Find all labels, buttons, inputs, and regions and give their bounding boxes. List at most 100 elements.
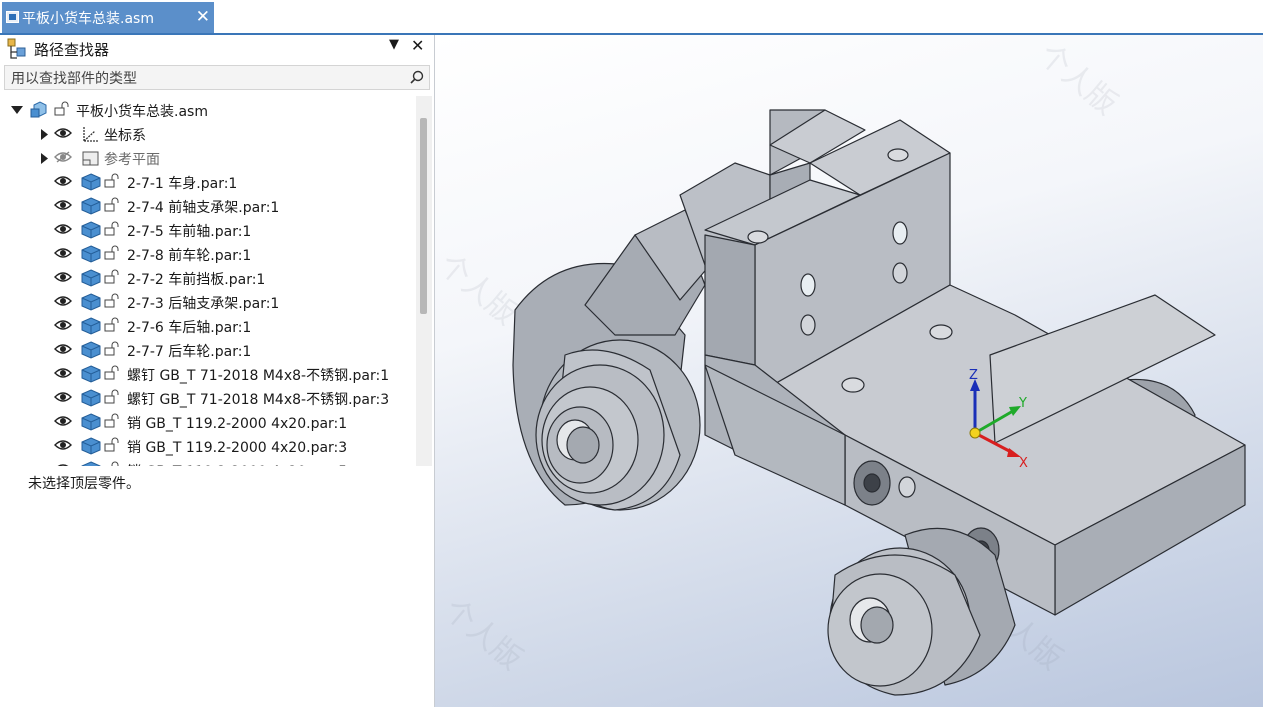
tree-item-part[interactable]: 2-7-8 前车轮.par:1 — [0, 242, 416, 266]
tree-item-coordinate-system[interactable]: 坐标系 — [0, 122, 416, 146]
document-tab-bar: 平板小货车总装.asm ✕ — [0, 0, 1263, 35]
lock-open-icon — [104, 269, 119, 284]
eye-icon[interactable] — [54, 319, 72, 331]
document-tab-title: 平板小货车总装.asm — [22, 11, 154, 27]
search-icon[interactable] — [410, 70, 424, 84]
triad-z-label: Z — [969, 368, 978, 383]
close-tab-icon[interactable]: ✕ — [196, 8, 210, 26]
lock-open-icon — [104, 365, 119, 380]
tree-item-label: 2-7-5 车前轴.par:1 — [127, 224, 252, 240]
tree-item-part[interactable]: 2-7-1 车身.par:1 — [0, 170, 416, 194]
eye-icon[interactable] — [54, 343, 72, 355]
assembly-tree: 平板小货车总装.asm 坐标系 参考平面 2-7-1 车身.par:1 2-7-4… — [0, 96, 416, 466]
tree-item-part[interactable]: 销 GB_T 119.2-2000 4x20.par:1 — [0, 410, 416, 434]
lock-open-icon — [104, 389, 119, 404]
lock-open-icon — [111, 461, 119, 466]
assembly-doc-icon — [6, 11, 19, 23]
search-input[interactable]: 用以查找部件的类型 — [4, 65, 430, 90]
pathfinder-header: 路径查找器 ▼ ✕ — [0, 35, 434, 63]
lock-open-icon — [104, 341, 119, 356]
eye-icon[interactable] — [54, 415, 72, 427]
eye-hidden-icon[interactable] — [54, 151, 72, 163]
lock-open-icon — [104, 317, 119, 332]
pane-menu-icon[interactable]: ▼ — [389, 37, 399, 52]
part-icon — [81, 365, 101, 383]
search-placeholder: 用以查找部件的类型 — [11, 71, 137, 87]
lock-open-icon — [104, 173, 119, 188]
tree-item-part[interactable]: 销 GB_T 119.2-2000 4x20.par:3 — [0, 434, 416, 458]
collapse-arrow-icon[interactable] — [10, 105, 24, 115]
tree-item-label: 坐标系 — [104, 128, 146, 144]
pathfinder-icon — [7, 38, 26, 59]
tree-scrollbar[interactable] — [416, 96, 432, 466]
tree-item-label: 2-7-8 前车轮.par:1 — [127, 248, 252, 264]
eye-icon[interactable] — [54, 439, 72, 451]
triad-x-label: X — [1019, 456, 1028, 471]
part-icon — [81, 245, 101, 263]
tree-item-label: 2-7-4 前轴支承架.par:1 — [127, 200, 280, 216]
tree-item-part[interactable]: 2-7-7 后车轮.par:1 — [0, 338, 416, 362]
part-icon — [81, 461, 101, 466]
tree-item-label: 参考平面 — [104, 152, 160, 168]
tree-item-label: 螺钉 GB_T 71-2018 M4x8-不锈钢.par:3 — [127, 392, 390, 408]
eye-icon[interactable] — [54, 367, 72, 379]
selection-status: 未选择顶层零件。 — [28, 476, 140, 492]
lock-open-icon — [104, 221, 119, 236]
close-pane-icon[interactable]: ✕ — [411, 36, 424, 55]
tree-item-part[interactable]: 2-7-3 后轴支承架.par:1 — [0, 290, 416, 314]
part-icon — [81, 341, 101, 359]
truck-assembly-model[interactable]: Z Y X — [435, 35, 1263, 707]
lock-open-icon — [104, 197, 119, 212]
tree-item-part[interactable]: 螺钉 GB_T 71-2018 M4x8-不锈钢.par:1 — [0, 362, 416, 386]
part-icon — [81, 413, 101, 431]
eye-icon[interactable] — [54, 223, 72, 235]
tree-item-label: 销 GB_T 119.2-2000 4x20.par:5 — [127, 461, 347, 466]
coordinate-system-icon — [83, 127, 99, 142]
lock-open-icon — [104, 437, 119, 452]
eye-icon[interactable] — [54, 175, 72, 187]
pane-title: 路径查找器 — [34, 41, 110, 59]
assembly-icon — [30, 101, 47, 118]
part-icon — [81, 293, 101, 311]
tree-item-reference-planes[interactable]: 参考平面 — [0, 146, 416, 170]
tree-item-part[interactable]: 2-7-6 车后轴.par:1 — [0, 314, 416, 338]
tree-item-label: 螺钉 GB_T 71-2018 M4x8-不锈钢.par:1 — [127, 368, 390, 384]
tree-item-label: 2-7-1 车身.par:1 — [127, 176, 238, 192]
tree-item-label: 2-7-7 后车轮.par:1 — [127, 344, 252, 360]
eye-icon[interactable] — [54, 127, 72, 139]
tree-item-part[interactable]: 销 GB_T 119.2-2000 4x20.par:5 — [0, 458, 416, 466]
expand-arrow-icon[interactable] — [40, 152, 49, 165]
tree-item-label: 销 GB_T 119.2-2000 4x20.par:1 — [127, 416, 348, 432]
eye-icon[interactable] — [54, 199, 72, 211]
pathfinder-pane: 路径查找器 ▼ ✕ 用以查找部件的类型 平板小货车总装.asm 坐标系 参考平面… — [0, 35, 435, 707]
3d-viewport[interactable]: 个人版 个人版 个人版 个人版 Z Y X — [435, 35, 1263, 707]
eye-icon[interactable] — [54, 247, 72, 259]
eye-icon[interactable] — [54, 295, 72, 307]
eye-icon[interactable] — [54, 463, 72, 466]
tree-item-label: 2-7-2 车前挡板.par:1 — [127, 272, 266, 288]
tree-root-row[interactable]: 平板小货车总装.asm — [0, 98, 416, 122]
tree-item-part[interactable]: 2-7-5 车前轴.par:1 — [0, 218, 416, 242]
front-wheel[interactable] — [827, 527, 1016, 696]
part-icon — [81, 173, 101, 191]
tree-item-part[interactable]: 2-7-2 车前挡板.par:1 — [0, 266, 416, 290]
tree-item-part[interactable]: 螺钉 GB_T 71-2018 M4x8-不锈钢.par:3 — [0, 386, 416, 410]
part-icon — [81, 317, 101, 335]
lock-open-icon — [54, 101, 69, 116]
reference-plane-icon — [82, 151, 99, 166]
tree-item-part[interactable]: 2-7-4 前轴支承架.par:1 — [0, 194, 416, 218]
triad-y-label: Y — [1018, 396, 1027, 411]
part-icon — [81, 221, 101, 239]
tree-item-label: 2-7-6 车后轴.par:1 — [127, 320, 252, 336]
part-icon — [81, 197, 101, 215]
part-icon — [81, 269, 101, 287]
expand-arrow-icon[interactable] — [40, 128, 49, 141]
lock-open-icon — [104, 293, 119, 308]
scrollbar-thumb[interactable] — [420, 118, 427, 314]
eye-icon[interactable] — [54, 391, 72, 403]
document-tab[interactable]: 平板小货车总装.asm ✕ — [2, 2, 214, 34]
tree-item-label: 2-7-3 后轴支承架.par:1 — [127, 296, 280, 312]
tree-root-label: 平板小货车总装.asm — [76, 104, 208, 120]
part-icon — [81, 437, 101, 455]
eye-icon[interactable] — [54, 271, 72, 283]
